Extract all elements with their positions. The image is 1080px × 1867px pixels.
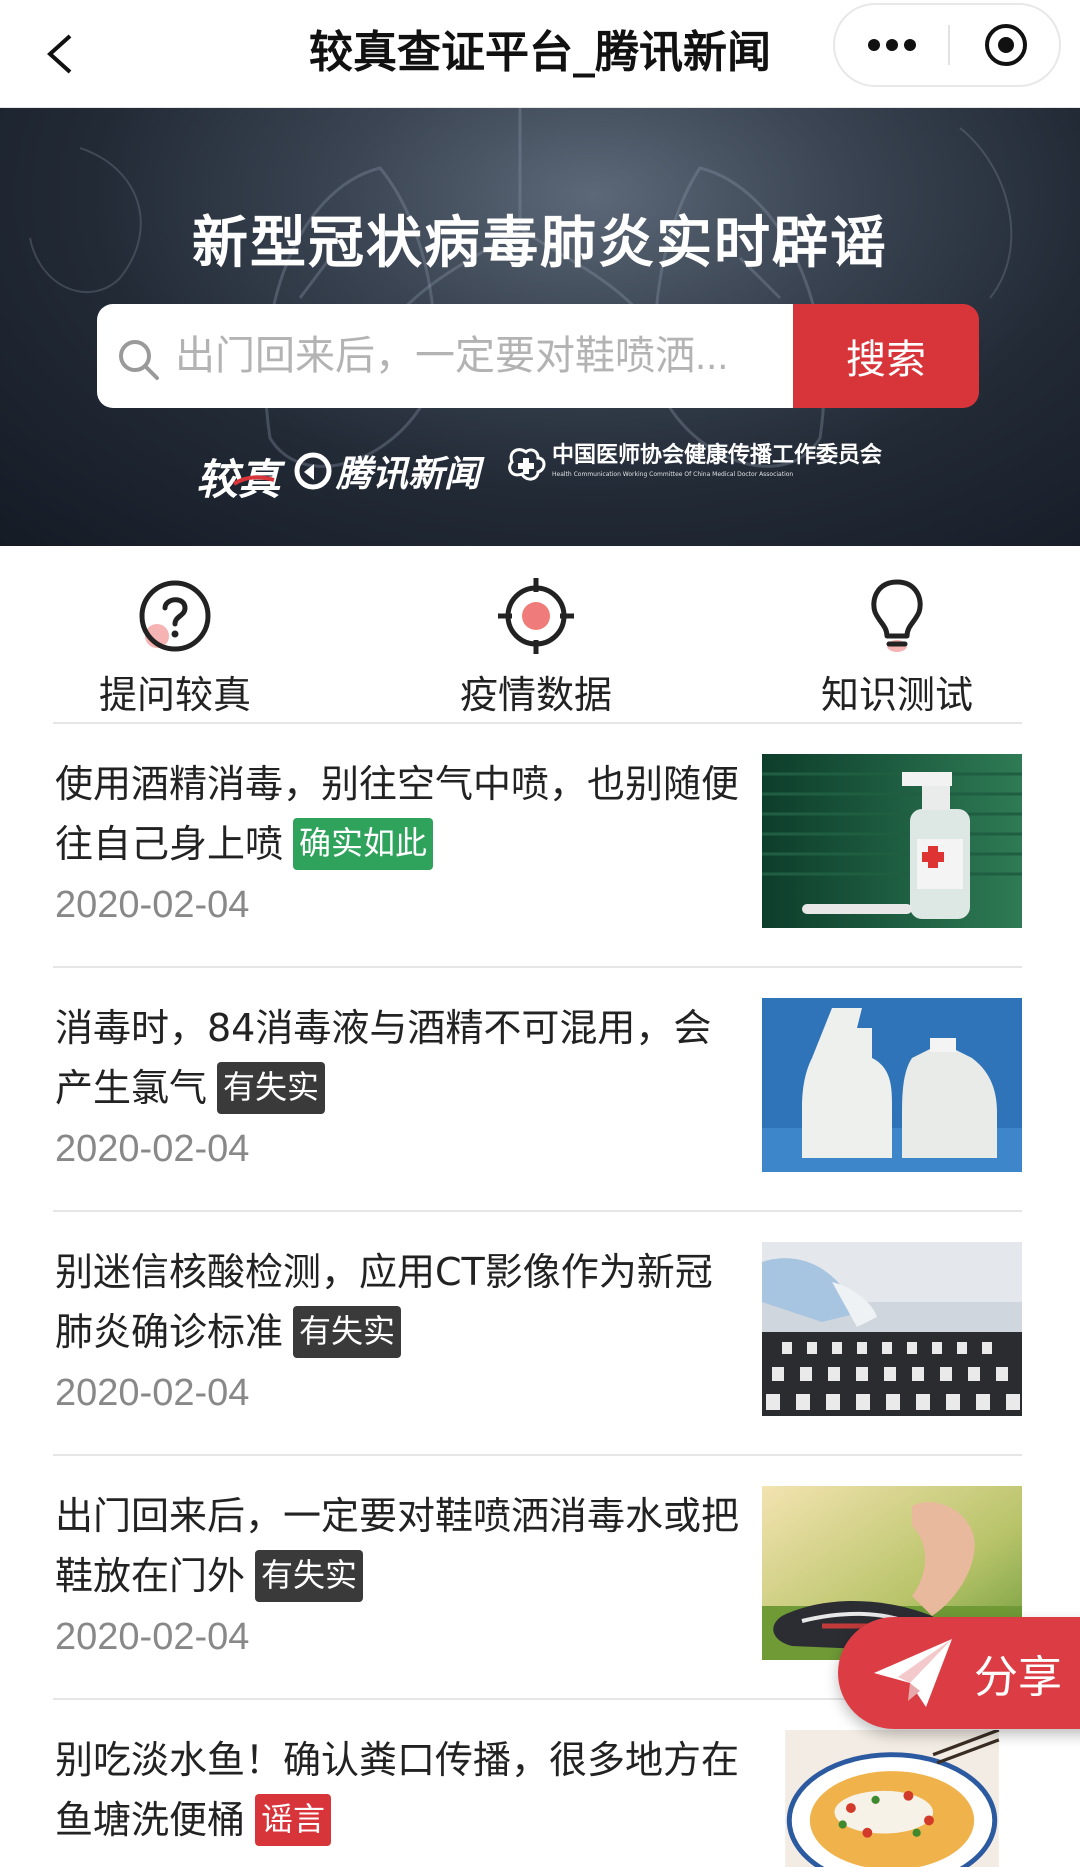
share-button[interactable]: 分享	[838, 1617, 1080, 1729]
article-date: 2020-02-04	[55, 1616, 250, 1658]
quicknav-quiz[interactable]: 知识测试	[777, 576, 1017, 717]
cmda-name-en: Health Communication Working Committee O…	[552, 471, 794, 478]
back-button[interactable]	[28, 22, 92, 86]
verdict-badge: 有失实	[255, 1549, 364, 1602]
partner-logos: 较真 腾讯新闻 中国医师协会健康传播工作委员会 Health Communica…	[196, 438, 896, 504]
quick-nav: 提问较真 疫情数据 知识测试	[0, 546, 1080, 724]
verdict-badge: 有失实	[293, 1305, 402, 1358]
question-circle-icon	[139, 580, 211, 652]
tencent-news-mark-icon	[294, 452, 332, 490]
page-title: 较真查证平台_腾讯新闻	[309, 27, 771, 78]
more-button[interactable]	[835, 5, 948, 85]
article-item[interactable]: 别迷信核酸检测，应用CT影像作为新冠肺炎确诊标准 有失实 2020-02-04	[53, 1212, 1022, 1456]
cmda-logo: 中国医师协会健康传播工作委员会 Health Communication Wor…	[504, 442, 882, 498]
verdict-badge: 谣言	[255, 1793, 332, 1846]
article-title: 别吃淡水鱼！确认粪口传播，很多地方在鱼塘洗便桶 谣言	[55, 1730, 745, 1850]
article-thumbnail	[785, 1730, 1000, 1867]
cmda-mark-icon	[508, 448, 546, 481]
verdict-badge: 确实如此	[293, 817, 434, 870]
search-input[interactable]	[175, 304, 775, 408]
miniapp-capsule	[833, 3, 1061, 87]
article-date: 2020-02-04	[55, 1372, 250, 1414]
search-icon	[119, 340, 159, 380]
cmda-name-cn: 中国医师协会健康传播工作委员会	[552, 443, 883, 468]
top-nav-bar: 较真查证平台_腾讯新闻	[0, 0, 1080, 108]
search-box	[97, 304, 793, 408]
quicknav-epidemic-data[interactable]: 疫情数据	[416, 576, 656, 717]
tencent-news-logo: 腾讯新闻	[294, 446, 480, 496]
more-dots-icon	[867, 39, 916, 51]
article-title: 出门回来后，一定要对鞋喷洒消毒水或把鞋放在门外 有失实	[55, 1486, 745, 1606]
hero-banner: 新型冠状病毒肺炎实时辟谣 搜索 较真 腾讯新闻 中国医师协会健康传播工作委	[0, 108, 1080, 546]
article-item[interactable]: 使用酒精消毒，别往空气中喷，也别随便往自己身上喷 确实如此 2020-02-04	[53, 724, 1022, 968]
article-thumbnail	[762, 754, 1022, 928]
quicknav-ask[interactable]: 提问较真	[55, 576, 295, 717]
close-miniapp-button[interactable]	[950, 5, 1061, 85]
article-date: 2020-02-04	[55, 1128, 250, 1170]
lightbulb-icon	[871, 579, 923, 652]
article-thumbnail	[762, 1242, 1022, 1416]
chevron-left-icon	[47, 34, 72, 74]
jiaozhen-swoosh-icon	[232, 475, 275, 486]
article-item[interactable]: 消毒时，84消毒液与酒精不可混用，会产生氯气 有失实 2020-02-04	[53, 968, 1022, 1212]
search-button[interactable]: 搜索	[793, 304, 979, 408]
article-title: 消毒时，84消毒液与酒精不可混用，会产生氯气 有失实	[55, 998, 745, 1118]
article-title: 使用酒精消毒，别往空气中喷，也别随便往自己身上喷 确实如此	[55, 754, 745, 874]
target-icon	[984, 24, 1027, 66]
paper-plane-icon	[874, 1639, 952, 1707]
article-date: 2020-02-04	[55, 884, 250, 926]
hero-title: 新型冠状病毒肺炎实时辟谣	[192, 211, 888, 276]
crosshair-icon	[498, 578, 574, 654]
article-thumbnail	[762, 998, 1022, 1172]
verdict-badge: 有失实	[217, 1061, 326, 1114]
article-title: 别迷信核酸检测，应用CT影像作为新冠肺炎确诊标准 有失实	[55, 1242, 745, 1362]
